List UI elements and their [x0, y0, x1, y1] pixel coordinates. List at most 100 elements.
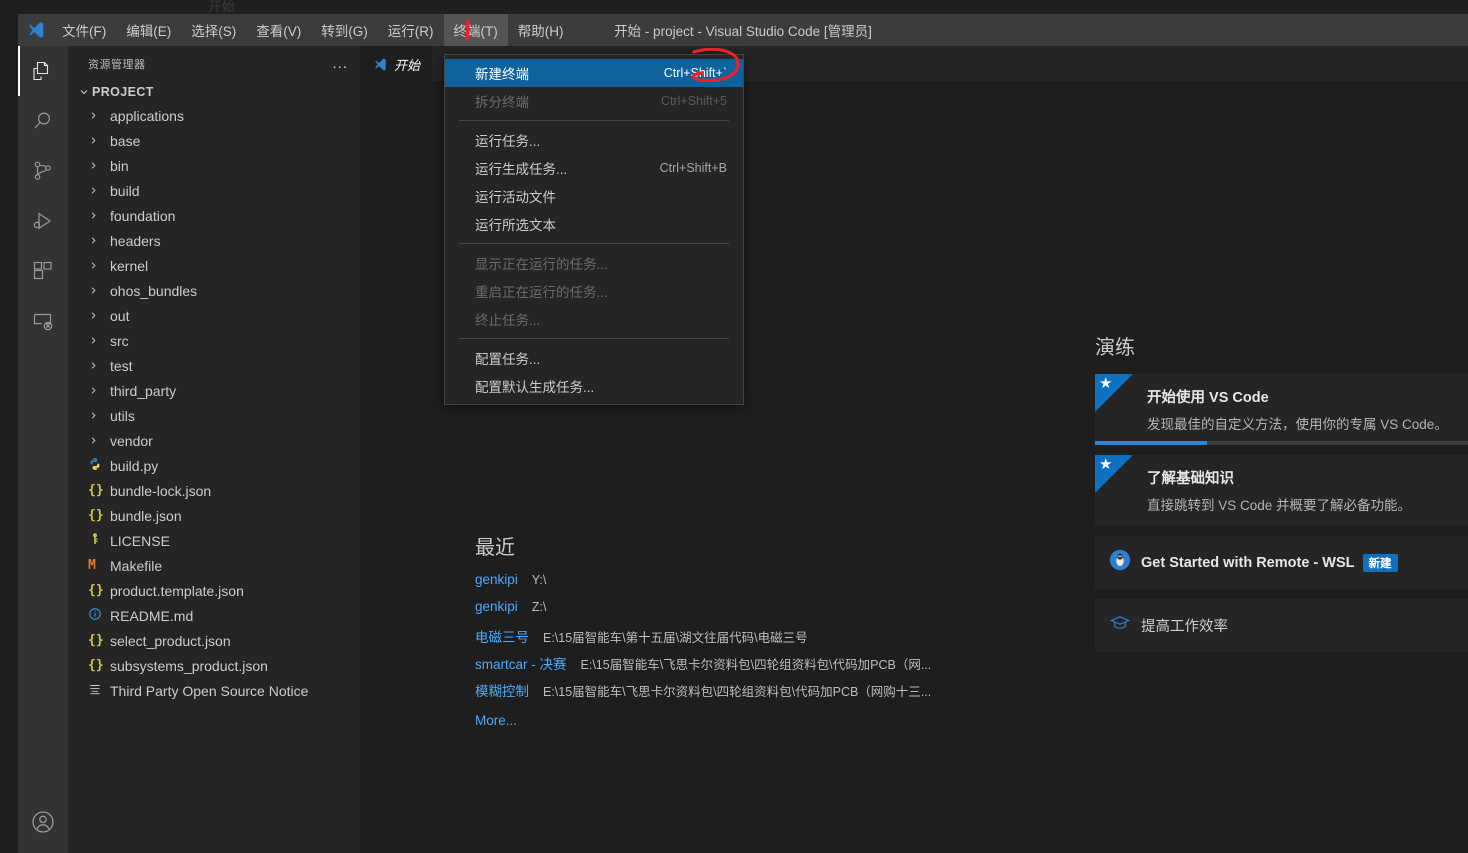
menu-separator: [459, 243, 729, 244]
menu-item-新建终端[interactable]: 新建终端 Ctrl+Shift+`: [445, 59, 743, 87]
chevron-right-icon: [88, 260, 110, 271]
tree-row-file[interactable]: {} product.template.json: [68, 578, 360, 603]
tree-row-file[interactable]: M Makefile: [68, 553, 360, 578]
menu-item-label: 终止任务...: [475, 313, 541, 328]
recent-item-name[interactable]: 电磁三号: [475, 626, 529, 646]
menu-item-label: 新建终端: [475, 67, 529, 82]
tree-row-folder[interactable]: utils: [68, 403, 360, 428]
menu-run[interactable]: 运行(R): [378, 14, 444, 46]
recent-more-link[interactable]: More...: [475, 713, 517, 728]
remote-explorer-icon[interactable]: [18, 296, 68, 346]
tree-row-label: foundation: [110, 207, 176, 224]
tree-row-folder[interactable]: foundation: [68, 203, 360, 228]
walkthrough-card-title-wrap: Get Started with Remote - WSL 新建: [1141, 553, 1398, 572]
walkthrough-card-get-started[interactable]: ★ 开始使用 VS Code 发现最佳的自定义方法，使用你的专属 VS Code…: [1095, 374, 1468, 445]
menu-item-重启正在运行的任务...: 重启正在运行的任务...: [445, 277, 743, 305]
ghost-text: 开始: [208, 0, 237, 14]
recent-item-name[interactable]: smartcar - 决赛: [475, 653, 567, 673]
tree-row-folder[interactable]: headers: [68, 228, 360, 253]
walkthrough-card-desc: 直接跳转到 VS Code 并概要了解必备功能。: [1147, 498, 1412, 513]
tree-row-folder[interactable]: ohos_bundles: [68, 278, 360, 303]
recent-item-path: Y:\: [531, 573, 547, 587]
accounts-icon[interactable]: [18, 797, 68, 847]
tree-row-folder[interactable]: test: [68, 353, 360, 378]
menu-help-label: 帮助(H): [517, 24, 564, 39]
menu-view[interactable]: 查看(V): [246, 14, 311, 46]
tree-row-file[interactable]: {} subsystems_product.json: [68, 653, 360, 678]
tree-row-folder[interactable]: applications: [68, 103, 360, 128]
menu-view-label: 查看(V): [256, 24, 302, 39]
tree-row-label: ohos_bundles: [110, 282, 198, 299]
tree-row-folder[interactable]: base: [68, 128, 360, 153]
tree-row-folder[interactable]: vendor: [68, 428, 360, 453]
recent-item-name[interactable]: 模糊控制: [475, 680, 529, 700]
extensions-icon[interactable]: [18, 246, 68, 296]
tree-row-folder[interactable]: src: [68, 328, 360, 353]
chevron-right-icon: [88, 185, 110, 196]
file-type-icon: [88, 607, 110, 624]
run-and-debug-icon[interactable]: [18, 196, 68, 246]
menu-bar[interactable]: 文件(F) 编辑(E) 选择(S) 查看(V) 转到(G) 运行(R) 终端(T…: [52, 14, 574, 46]
menu-terminal-label: 终端(T): [453, 24, 498, 39]
recent-list: genkipi Y:\ genkipi Z:\ 电磁三号 E:\15届智能车\第十五届\湖…: [475, 572, 1035, 707]
tree-row-folder[interactable]: build: [68, 178, 360, 203]
file-type-icon: {}: [88, 508, 104, 523]
explorer-icon[interactable]: [18, 46, 68, 96]
tab-get-started[interactable]: 开始: [360, 46, 433, 81]
tree-root-project[interactable]: PROJECT: [68, 81, 360, 103]
walkthrough-card-remote-wsl[interactable]: Get Started with Remote - WSL 新建: [1095, 536, 1468, 589]
menu-item-运行活动文件[interactable]: 运行活动文件: [445, 182, 743, 210]
menu-item-运行所选文本[interactable]: 运行所选文本: [445, 210, 743, 238]
chevron-right-icon: [88, 160, 110, 171]
file-type-icon: {}: [88, 658, 104, 673]
menu-item-label: 拆分终端: [475, 95, 529, 110]
tree-row-folder[interactable]: bin: [68, 153, 360, 178]
menu-item-配置任务...[interactable]: 配置任务...: [445, 344, 743, 372]
recent-section: 最近 genkipi Y:\ genkipi Z:\ 电磁三号 E:\15届智能车\第十五…: [475, 531, 1035, 730]
tree-row-file[interactable]: build.py: [68, 453, 360, 478]
source-control-icon[interactable]: [18, 146, 68, 196]
walkthrough-card-boost-productivity[interactable]: 提高工作效率: [1095, 599, 1468, 652]
red-annotation-mark: [465, 20, 469, 40]
menu-run-label: 运行(R): [387, 24, 434, 39]
menu-go[interactable]: 转到(G): [311, 14, 378, 46]
menu-file[interactable]: 文件(F): [52, 14, 116, 46]
recent-item-name[interactable]: genkipi: [475, 572, 518, 587]
tree-row-label: Third Party Open Source Notice: [110, 682, 309, 699]
tree-row-label: vendor: [110, 432, 153, 449]
tree-row-file[interactable]: {} select_product.json: [68, 628, 360, 653]
tree-row-file[interactable]: {} bundle.json: [68, 503, 360, 528]
tree-row-file[interactable]: LICENSE: [68, 528, 360, 553]
tree-row-label: README.md: [110, 607, 194, 624]
tree-row-file[interactable]: Third Party Open Source Notice: [68, 678, 360, 703]
tree-row-file[interactable]: {} bundle-lock.json: [68, 478, 360, 503]
tree-row-folder[interactable]: third_party: [68, 378, 360, 403]
menu-item-配置默认生成任务...[interactable]: 配置默认生成任务...: [445, 372, 743, 400]
menu-terminal[interactable]: 终端(T): [443, 14, 508, 46]
menu-edit-label: 编辑(E): [126, 24, 172, 39]
search-icon[interactable]: [18, 96, 68, 146]
recent-item[interactable]: 电磁三号 E:\15届智能车\第十五届\湖文往届代码\电磁三号: [475, 626, 1035, 653]
recent-item[interactable]: genkipi Z:\: [475, 599, 1035, 626]
menu-item-运行任务...[interactable]: 运行任务...: [445, 126, 743, 154]
recent-item[interactable]: 模糊控制 E:\15届智能车\飞思卡尔资料包\四轮组资料包\代码加PCB（网购十三…: [475, 680, 1035, 707]
tree-row-folder[interactable]: out: [68, 303, 360, 328]
chevron-down-icon: [76, 86, 92, 98]
recent-item-name[interactable]: genkipi: [475, 599, 518, 614]
menu-edit[interactable]: 编辑(E): [116, 14, 181, 46]
menu-item-运行生成任务...[interactable]: 运行生成任务... Ctrl+Shift+B: [445, 154, 743, 182]
recent-item-path: E:\15届智能车\飞思卡尔资料包\四轮组资料包\代码加PCB（网购十三...: [543, 685, 932, 699]
recent-item[interactable]: smartcar - 决赛 E:\15届智能车\飞思卡尔资料包\四轮组资料包\代码…: [475, 653, 1035, 680]
menu-help[interactable]: 帮助(H): [508, 14, 574, 46]
recent-item[interactable]: genkipi Y:\: [475, 572, 1035, 599]
menu-selection[interactable]: 选择(S): [181, 14, 246, 46]
more-actions-icon[interactable]: ...: [332, 56, 348, 71]
menu-item-label: 配置任务...: [475, 352, 541, 367]
walkthrough-card-learn-fundamentals[interactable]: ★ 了解基础知识 直接跳转到 VS Code 并概要了解必备功能。: [1095, 455, 1468, 526]
tree-row-label: product.template.json: [110, 582, 244, 599]
terminal-dropdown-menu[interactable]: 新建终端 Ctrl+Shift+` 拆分终端 Ctrl+Shift+5 运行任务... 运…: [444, 54, 744, 405]
recent-item-path: E:\15届智能车\飞思卡尔资料包\四轮组资料包\代码加PCB（网...: [580, 658, 932, 672]
tree-row-folder[interactable]: kernel: [68, 253, 360, 278]
tree-row-file[interactable]: README.md: [68, 603, 360, 628]
file-type-icon: {}: [88, 583, 104, 598]
